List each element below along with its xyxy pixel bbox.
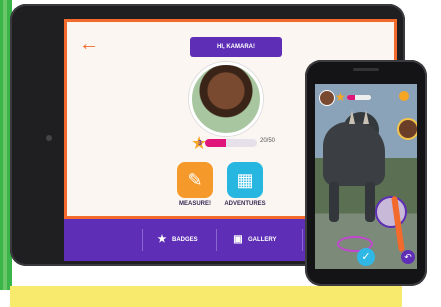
adventures-button[interactable]: ▦ (227, 162, 263, 198)
gallery-icon: ▣ (233, 234, 243, 245)
dinosaur-leg (329, 182, 339, 222)
nav-divider (216, 229, 217, 251)
ruler-pencil-icon: ✎ (187, 170, 203, 190)
undo-icon[interactable]: ↶ (401, 250, 415, 264)
xp-progress-bar (205, 139, 257, 147)
measure-button[interactable]: ✎ (177, 162, 213, 198)
coin-icon (399, 91, 409, 101)
dinosaur-horn (349, 110, 355, 124)
avatar (319, 90, 335, 106)
player-avatar (397, 118, 417, 140)
background-yellow-band (10, 286, 402, 307)
xp-progress-fill (347, 95, 356, 100)
back-arrow-icon[interactable]: ← (79, 34, 99, 54)
ar-camera-view: ★ ✓ ↶ (315, 84, 417, 269)
map-icon: ▦ (236, 170, 254, 190)
dinosaur-model[interactable] (323, 122, 385, 186)
greeting-banner: HI, KAMARA! (190, 37, 282, 57)
dinosaur-leg (365, 182, 375, 222)
gallery-button[interactable]: ▣ GALLERY (232, 233, 276, 247)
nav-divider (142, 229, 143, 251)
xp-progress-bar (347, 95, 371, 100)
badges-label: BADGES (172, 237, 198, 243)
nav-divider (302, 229, 303, 251)
avatar (189, 62, 263, 136)
xp-progress-text: 20/50 (260, 138, 276, 144)
badge-icon: ★ (157, 234, 167, 245)
star-icon: ★ (335, 90, 346, 104)
badges-button[interactable]: ★ BADGES (156, 233, 198, 247)
adventures-label: ADVENTURES (224, 201, 266, 207)
tablet-camera (46, 135, 52, 141)
gallery-label: GALLERY (248, 237, 277, 243)
dinosaur-horn (363, 110, 369, 124)
phone-speaker (353, 68, 379, 71)
check-icon[interactable]: ✓ (357, 248, 375, 266)
phone-device: ★ ✓ ↶ (305, 60, 427, 286)
xp-progress-fill (205, 139, 226, 147)
